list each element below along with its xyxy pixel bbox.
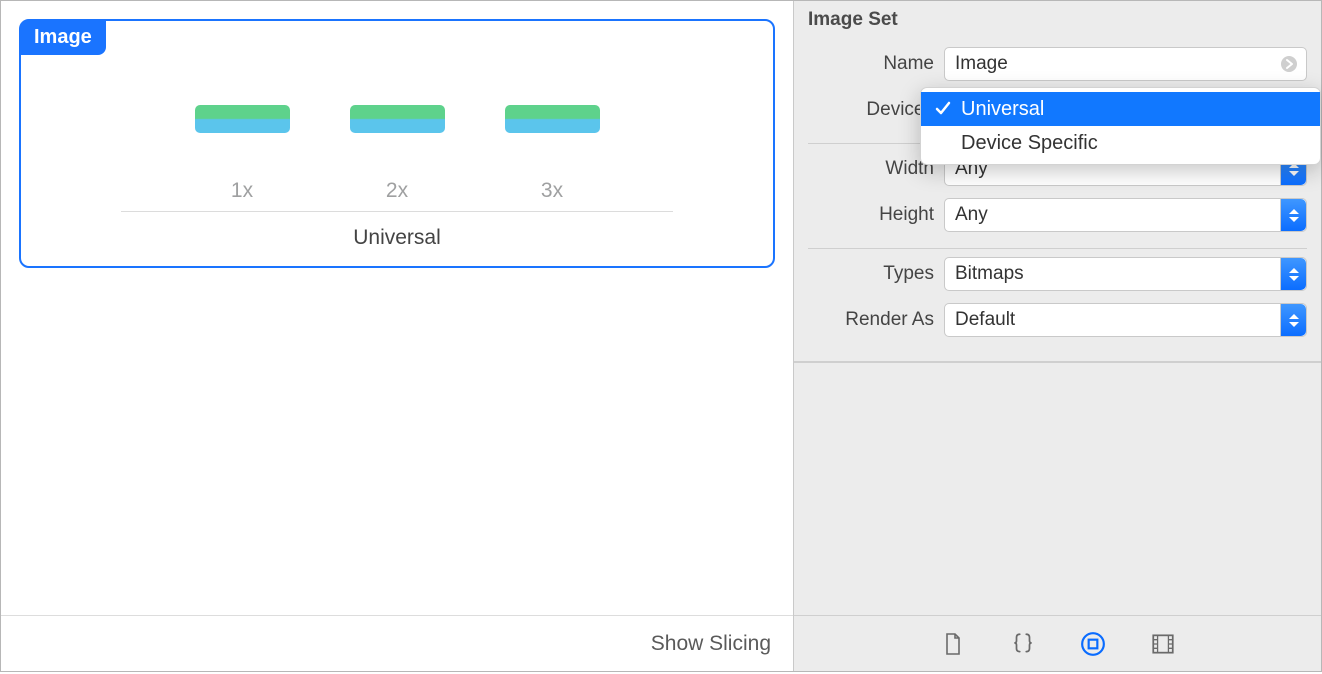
stepper-icon: [1280, 258, 1306, 290]
types-select[interactable]: Bitmaps: [944, 257, 1307, 291]
menu-item-universal[interactable]: Universal: [921, 92, 1320, 126]
inspector-panel: Image Set Name Devices: [794, 1, 1321, 671]
label-types: Types: [808, 263, 944, 285]
image-well-2x[interactable]: [350, 105, 445, 133]
canvas-panel: Image 1x 2x 3x Universal Show Slicing: [1, 1, 794, 671]
height-select[interactable]: Any: [944, 198, 1307, 232]
label-render-as: Render As: [808, 309, 944, 331]
attributes-icon[interactable]: [1080, 631, 1106, 657]
checkmark-icon: [933, 98, 953, 124]
types-select-value: Bitmaps: [955, 263, 1024, 285]
menu-item-label: Device Specific: [961, 132, 1098, 155]
image-well-1x[interactable]: [195, 105, 290, 133]
filmstrip-icon[interactable]: [1150, 631, 1176, 657]
devices-menu: Universal Device Specific: [920, 87, 1321, 165]
name-field[interactable]: [944, 47, 1307, 81]
canvas-footer: Show Slicing: [1, 615, 793, 671]
empty-panel: [794, 362, 1321, 615]
divider: [808, 248, 1307, 249]
height-select-value: Any: [955, 204, 988, 226]
scale-label-1x: 1x: [195, 179, 290, 203]
stepper-icon: [1280, 304, 1306, 336]
render-as-select-value: Default: [955, 309, 1015, 331]
attributes-inspector: Image Set Name Devices: [794, 1, 1321, 615]
image-well-3x[interactable]: [505, 105, 600, 133]
row-render-as: Render As Default: [794, 297, 1321, 343]
image-wells: [21, 55, 773, 133]
file-icon[interactable]: [940, 631, 966, 657]
scale-labels: 1x 2x 3x: [21, 133, 773, 203]
row-height: Height Any: [794, 192, 1321, 238]
asset-title: Image: [20, 20, 106, 55]
asset-canvas[interactable]: Image 1x 2x 3x Universal: [1, 1, 793, 615]
inspector-tabs: [794, 615, 1321, 671]
label-name: Name: [808, 53, 944, 75]
device-group-label: Universal: [21, 212, 773, 250]
show-slicing-button[interactable]: Show Slicing: [651, 632, 771, 656]
menu-item-device-specific[interactable]: Device Specific: [921, 126, 1320, 160]
braces-icon[interactable]: [1010, 631, 1036, 657]
scale-label-2x: 2x: [350, 179, 445, 203]
asset-catalog-editor: Image 1x 2x 3x Universal Show Slicing: [0, 0, 1322, 672]
goto-arrow-icon[interactable]: [1279, 54, 1299, 74]
row-devices: Devices Universal Universal: [794, 87, 1321, 133]
menu-item-label: Universal: [961, 98, 1044, 121]
row-types: Types Bitmaps: [794, 251, 1321, 297]
asset-card[interactable]: Image 1x 2x 3x Universal: [19, 19, 775, 268]
scale-label-3x: 3x: [505, 179, 600, 203]
inspector-form: Name Devices Universal: [794, 41, 1321, 362]
render-as-select[interactable]: Default: [944, 303, 1307, 337]
label-height: Height: [808, 204, 944, 226]
section-title: Image Set: [794, 1, 1321, 41]
stepper-icon: [1280, 199, 1306, 231]
row-name: Name: [794, 41, 1321, 87]
